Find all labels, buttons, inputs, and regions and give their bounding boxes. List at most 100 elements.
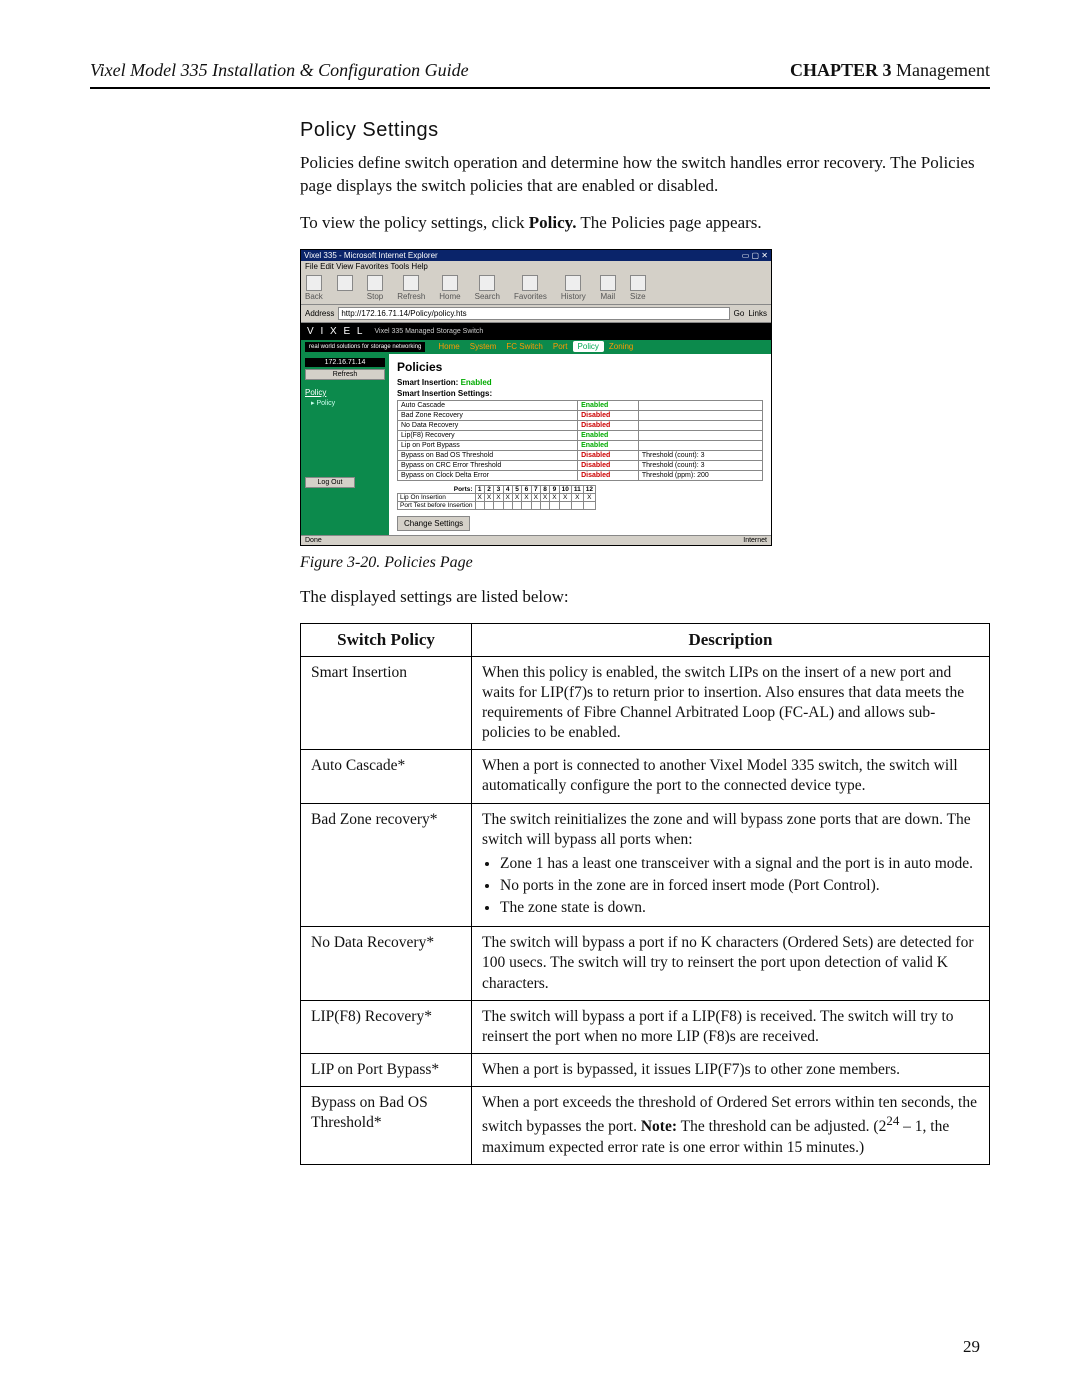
table-row: Bad Zone RecoveryDisabled xyxy=(398,410,763,420)
header-guide-title: Vixel Model 335 Installation & Configura… xyxy=(90,60,469,81)
toolbar-fwd-button[interactable] xyxy=(337,275,353,301)
toolbar-refresh-button[interactable]: Refresh xyxy=(397,275,425,301)
window-titlebar: Vixel 335 - Microsoft Internet Explorer … xyxy=(301,250,771,261)
table-row: No Data RecoveryDisabled xyxy=(398,420,763,430)
table-row: LIP on Port Bypass*When a port is bypass… xyxy=(301,1054,990,1087)
table-row: LIP(F8) Recovery*The switch will bypass … xyxy=(301,1000,990,1053)
toolbar-home-button[interactable]: Home xyxy=(439,275,460,301)
sidebar-ip: 172.16.71.14 xyxy=(305,358,385,367)
header-chapter: CHAPTER 3 Management xyxy=(790,60,990,81)
policy-desc-cell: When a port is connected to another Vixe… xyxy=(472,750,990,803)
policy-name-cell: No Data Recovery* xyxy=(301,927,472,1000)
table-row: Bypass on Bad OS Threshold*When a port e… xyxy=(301,1087,990,1165)
toolbar-stop-button[interactable]: Stop xyxy=(367,275,383,301)
intro-paragraph: Policies define switch operation and det… xyxy=(300,152,990,198)
listed-below-text: The displayed settings are listed below: xyxy=(300,586,990,609)
sidebar-item-policy[interactable]: ▸ Policy xyxy=(305,399,385,407)
policy-desc-cell: The switch will bypass a port if no K ch… xyxy=(472,927,990,1000)
toolbar-icon xyxy=(600,275,616,291)
table-row: Bypass on Clock Delta ErrorDisabledThres… xyxy=(398,470,763,480)
policy-desc-cell: When a port exceeds the threshold of Ord… xyxy=(472,1087,990,1165)
brand-logo: V I X E L xyxy=(307,326,364,337)
tab-port[interactable]: Port xyxy=(548,341,573,352)
toolbar-search-button[interactable]: Search xyxy=(475,275,500,301)
policy-name-cell: Bypass on Bad OS Threshold* xyxy=(301,1087,472,1165)
toolbar-back-button[interactable]: Back xyxy=(305,275,323,301)
table-row: Smart InsertionWhen this policy is enabl… xyxy=(301,656,990,750)
browser-menubar: File Edit View Favorites Tools Help xyxy=(301,261,771,272)
table-row: Bypass on Bad OS ThresholdDisabledThresh… xyxy=(398,450,763,460)
address-bar: Address Go Links xyxy=(301,305,771,323)
links-label: Links xyxy=(748,309,767,318)
section-heading: Policy Settings xyxy=(300,119,990,142)
policy-desc-cell: When this policy is enabled, the switch … xyxy=(472,656,990,750)
toolbar-icon xyxy=(306,275,322,291)
policy-name-cell: Auto Cascade* xyxy=(301,750,472,803)
table-row: Bypass on CRC Error ThresholdDisabledThr… xyxy=(398,460,763,470)
table-row: Auto Cascade*When a port is connected to… xyxy=(301,750,990,803)
table-row: Auto CascadeEnabled xyxy=(398,400,763,410)
tab-policy[interactable]: Policy xyxy=(573,341,604,352)
policies-page-screenshot: Vixel 335 - Microsoft Internet Explorer … xyxy=(300,249,772,546)
sidebar-section-policy[interactable]: Policy xyxy=(305,388,385,397)
browser-toolbar: Back Stop Refresh Home Search Favorites Histor… xyxy=(301,272,771,305)
toolbar-icon xyxy=(522,275,538,291)
toolbar-mail-button[interactable]: Mail xyxy=(600,275,616,301)
list-item: No ports in the zone are in forced inser… xyxy=(500,876,979,896)
window-controls-icon: ▭ ▢ ✕ xyxy=(742,251,768,260)
toolbar-history-button[interactable]: History xyxy=(561,275,586,301)
table-row: No Data Recovery*The switch will bypass … xyxy=(301,927,990,1000)
policy-desc-cell: The switch reinitializes the zone and wi… xyxy=(472,803,990,927)
toolbar-favorites-button[interactable]: Favorites xyxy=(514,275,547,301)
logout-button[interactable]: Log Out xyxy=(305,477,355,488)
toolbar-icon xyxy=(565,275,581,291)
smart-insertion-status: Smart Insertion: Enabled xyxy=(397,378,763,387)
toolbar-icon xyxy=(337,275,353,291)
table-row: Port Test before Insertion xyxy=(398,501,596,509)
settings-table: Auto CascadeEnabledBad Zone RecoveryDisa… xyxy=(397,400,763,481)
table-row: Lip(F8) RecoveryEnabled xyxy=(398,430,763,440)
policy-name-cell: Bad Zone recovery* xyxy=(301,803,472,927)
toolbar-size-button[interactable]: Size xyxy=(630,275,646,301)
policy-desc-cell: The switch will bypass a port if a LIP(F… xyxy=(472,1000,990,1053)
toolbar-icon xyxy=(403,275,419,291)
toolbar-icon xyxy=(442,275,458,291)
instruction-paragraph: To view the policy settings, click Polic… xyxy=(300,212,990,235)
internet-zone-icon: Internet xyxy=(743,537,767,544)
tab-zoning[interactable]: Zoning xyxy=(604,341,638,352)
policy-name-cell: Smart Insertion xyxy=(301,656,472,750)
screenshot-main: Policies Smart Insertion: Enabled Smart … xyxy=(389,354,771,535)
page-number: 29 xyxy=(963,1337,980,1357)
status-bar: Done Internet xyxy=(301,535,771,545)
policy-desc-cell: When a port is bypassed, it issues LIP(F… xyxy=(472,1054,990,1087)
policy-name-cell: LIP on Port Bypass* xyxy=(301,1054,472,1087)
list-item: Zone 1 has a least one transceiver with … xyxy=(500,854,979,874)
tab-system[interactable]: System xyxy=(465,341,502,352)
go-button[interactable]: Go xyxy=(734,309,745,318)
tab-fc-switch[interactable]: FC Switch xyxy=(501,341,547,352)
running-header: Vixel Model 335 Installation & Configura… xyxy=(90,60,990,89)
toolbar-icon xyxy=(630,275,646,291)
nav-tabs: real world solutions for storage network… xyxy=(301,340,771,354)
toolbar-icon xyxy=(479,275,495,291)
ports-table: Ports:123456789101112Lip On InsertionXXX… xyxy=(397,485,596,510)
table-row: Lip on Port BypassEnabled xyxy=(398,440,763,450)
change-settings-button[interactable]: Change Settings xyxy=(397,516,470,531)
table-row: Lip On InsertionXXXXXXXXXXXX xyxy=(398,493,596,501)
tagline: real world solutions for storage network… xyxy=(305,342,425,352)
sidebar: 172.16.71.14 Refresh Policy ▸ Policy Log… xyxy=(301,354,389,535)
col-header-policy: Switch Policy xyxy=(301,623,472,656)
app-banner: V I X E L Vixel 335 Managed Storage Swit… xyxy=(301,323,771,340)
tab-home[interactable]: Home xyxy=(433,341,464,352)
refresh-button[interactable]: Refresh xyxy=(305,369,385,380)
sis-subheading: Smart Insertion Settings: xyxy=(397,389,492,398)
address-input[interactable] xyxy=(338,307,729,320)
list-item: The zone state is down. xyxy=(500,898,979,918)
table-row: Bad Zone recovery*The switch reinitializ… xyxy=(301,803,990,927)
toolbar-icon xyxy=(367,275,383,291)
policy-name-cell: LIP(F8) Recovery* xyxy=(301,1000,472,1053)
figure-caption: Figure 3-20. Policies Page xyxy=(300,554,990,572)
policy-description-table: Switch Policy Description Smart Insertio… xyxy=(300,623,990,1165)
col-header-description: Description xyxy=(472,623,990,656)
policies-heading: Policies xyxy=(397,360,763,374)
